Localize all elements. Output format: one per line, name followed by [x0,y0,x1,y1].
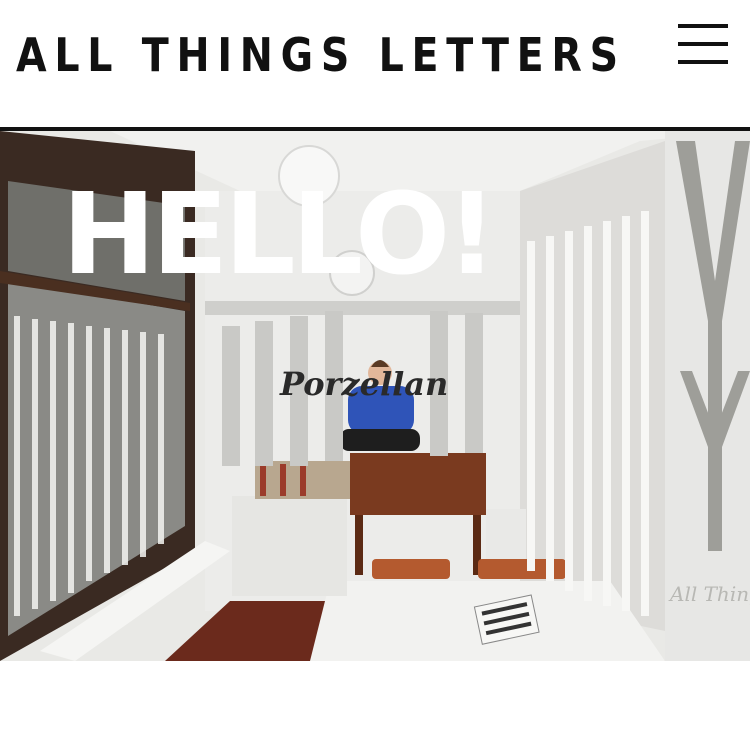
wall-script: All Things L [668,582,750,606]
menu-bar-bottom [678,60,728,64]
menu-bar-top [678,24,728,28]
hero-greeting: HELLO! [62,170,493,300]
below-hero-space [0,661,750,750]
hero-photo-scene: Porzellan All Things L HELLO! [0,131,750,661]
menu-bar-middle [678,42,728,46]
site-header: ALL THINGS LETTERS [0,0,750,128]
hamburger-menu-icon[interactable] [676,20,730,68]
hero-photo: Porzellan All Things L HELLO! [0,131,750,661]
site-title[interactable]: ALL THINGS LETTERS [16,28,626,82]
porzellan-sign: Porzellan [279,365,448,403]
